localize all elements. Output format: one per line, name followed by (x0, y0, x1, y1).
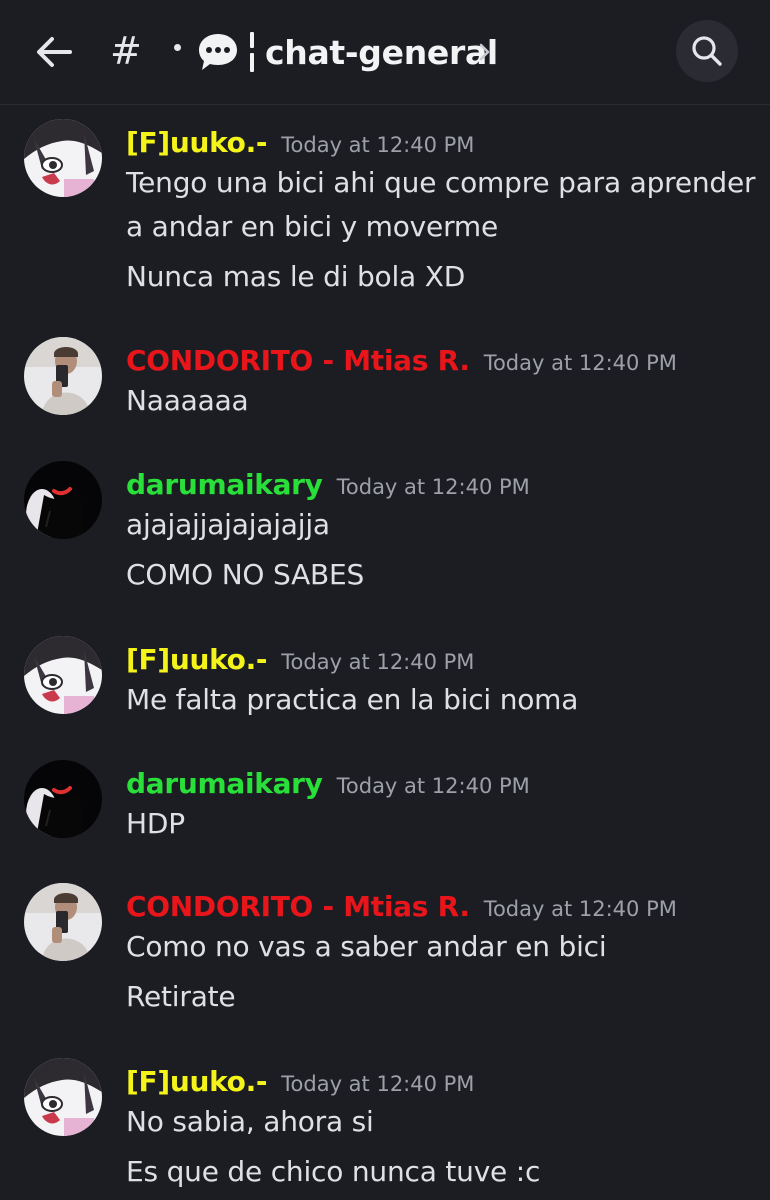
avatar[interactable] (24, 337, 102, 415)
username[interactable]: CONDORITO - Mtias R. (126, 344, 470, 377)
message-text: Es que de chico nunca tuve :c (126, 1155, 541, 1188)
message-text: No sabia, ahora si (126, 1105, 374, 1138)
back-button[interactable] (32, 30, 76, 74)
message-text: Como no vas a saber andar en bici (126, 930, 607, 963)
divider-bar-icon (249, 32, 255, 72)
message-header: [F]uuko.- Today at 12:40 PM (126, 1062, 474, 1102)
username[interactable]: darumaikary (126, 468, 323, 501)
search-icon (692, 36, 722, 66)
timestamp: Today at 12:40 PM (336, 475, 530, 499)
message-header: CONDORITO - Mtias R. Today at 12:40 PM (126, 887, 677, 927)
avatar[interactable] (24, 883, 102, 961)
timestamp: Today at 12:40 PM (483, 351, 677, 375)
speech-bubble-icon (196, 30, 240, 74)
message-header: [F]uuko.- Today at 12:40 PM (126, 640, 474, 680)
timestamp: Today at 12:40 PM (281, 1072, 475, 1096)
avatar[interactable] (24, 636, 102, 714)
message-header: [F]uuko.- Today at 12:40 PM (126, 123, 474, 163)
message-header: darumaikary Today at 12:40 PM (126, 465, 530, 505)
separator-dot (174, 44, 181, 51)
channel-hash-icon: # (110, 29, 142, 73)
timestamp: Today at 12:40 PM (281, 650, 475, 674)
message-header: CONDORITO - Mtias R. Today at 12:40 PM (126, 341, 677, 381)
message-text: Tengo una bici ahi que compre para apren… (126, 166, 756, 199)
message-text: COMO NO SABES (126, 558, 365, 591)
username[interactable]: CONDORITO - Mtias R. (126, 890, 470, 923)
timestamp: Today at 12:40 PM (483, 897, 677, 921)
search-button[interactable] (676, 20, 738, 82)
avatar[interactable] (24, 119, 102, 197)
message-text: Nunca mas le di bola XD (126, 260, 466, 293)
message-text: Naaaaaa (126, 384, 249, 417)
message-text: a andar en bici y moverme (126, 210, 499, 243)
message-text: ajajajjajajajajja (126, 508, 330, 541)
message-header: darumaikary Today at 12:40 PM (126, 764, 530, 804)
username[interactable]: [F]uuko.- (126, 1065, 268, 1098)
avatar[interactable] (24, 461, 102, 539)
avatar[interactable] (24, 760, 102, 838)
timestamp: Today at 12:40 PM (281, 133, 475, 157)
timestamp: Today at 12:40 PM (336, 774, 530, 798)
avatar[interactable] (24, 1058, 102, 1136)
message-text: Me falta practica en la bici noma (126, 683, 579, 716)
username[interactable]: [F]uuko.- (126, 643, 268, 676)
channel-name[interactable]: chat-general (265, 30, 498, 76)
arrow-left-icon (37, 37, 72, 67)
username[interactable]: [F]uuko.- (126, 126, 268, 159)
message-text: HDP (126, 807, 185, 840)
username[interactable]: darumaikary (126, 767, 323, 800)
chevron-right-icon[interactable] (478, 40, 492, 64)
message-text: Retirate (126, 980, 236, 1013)
channel-header: # chat-general (0, 0, 770, 105)
